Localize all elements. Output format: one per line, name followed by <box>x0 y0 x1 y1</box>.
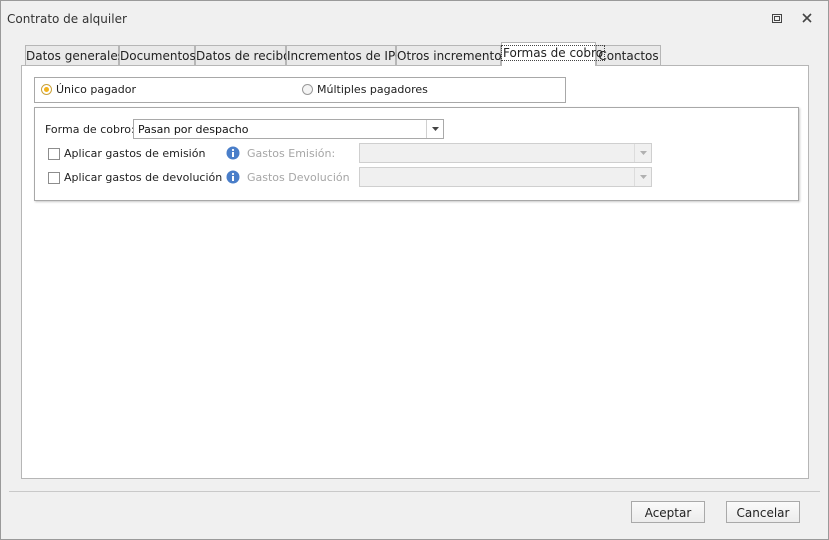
issue-fees-checkbox[interactable] <box>48 148 60 160</box>
cancel-button[interactable]: Cancelar <box>726 501 800 523</box>
tab-content-formas-de-cobro: Único pagador Múltiples pagadores Forma … <box>21 65 809 479</box>
tab-formas-de-cobro[interactable]: Formas de cobro <box>500 42 606 66</box>
payer-radio-group: Único pagador Múltiples pagadores <box>34 77 566 103</box>
payment-method-combo[interactable]: Pasan por despacho <box>133 119 444 139</box>
dropdown-arrow-button[interactable] <box>426 120 443 138</box>
multiple-payers-label: Múltiples pagadores <box>317 83 428 96</box>
tab-documentos[interactable]: Documentos <box>119 45 196 65</box>
multiple-payers-radio[interactable]: Múltiples pagadores <box>302 83 428 96</box>
window-title: Contrato de alquiler <box>7 12 127 26</box>
close-button[interactable] <box>798 10 816 26</box>
payment-method-label: Forma de cobro: <box>45 123 135 136</box>
chevron-down-icon <box>639 175 647 179</box>
chevron-down-icon <box>639 151 647 155</box>
issue-fees-combo[interactable] <box>359 143 652 163</box>
tab-contactos[interactable]: Contactos <box>596 45 661 65</box>
radio-checked-icon <box>41 84 52 95</box>
dropdown-arrow-button[interactable] <box>634 168 651 186</box>
payment-method-value: Pasan por despacho <box>138 123 249 136</box>
return-fees-checkbox[interactable] <box>48 172 60 184</box>
issue-fees-label: Aplicar gastos de emisión <box>64 147 206 160</box>
info-icon <box>226 146 240 160</box>
chevron-down-icon <box>431 127 439 131</box>
tab-incrementos-ipc[interactable]: Incrementos de IPC <box>286 45 404 65</box>
dropdown-arrow-button[interactable] <box>634 144 651 162</box>
restore-icon <box>772 13 782 23</box>
footer-divider <box>9 491 820 492</box>
accept-button[interactable]: Aceptar <box>631 501 705 523</box>
close-icon <box>802 13 812 23</box>
title-bar: Contrato de alquiler <box>1 1 828 35</box>
return-fees-field-label: Gastos Devolución <box>247 171 350 184</box>
radio-unchecked-icon <box>302 84 313 95</box>
tab-datos-generales[interactable]: Datos generales <box>25 45 124 65</box>
issue-fees-field-label: Gastos Emisión: <box>247 147 336 160</box>
contract-dialog: Contrato de alquiler Datos generales Doc… <box>0 0 829 540</box>
tab-otros-incrementos[interactable]: Otros incrementos <box>396 45 508 65</box>
payment-settings-panel: Forma de cobro: Pasan por despacho Aplic… <box>34 107 799 201</box>
single-payer-radio[interactable]: Único pagador <box>41 83 136 96</box>
tab-formas-de-cobro-label: Formas de cobro <box>500 45 606 61</box>
single-payer-label: Único pagador <box>56 83 137 96</box>
restore-button[interactable] <box>768 10 786 26</box>
tab-datos-de-recibo[interactable]: Datos de recibo <box>195 45 290 65</box>
return-fees-combo[interactable] <box>359 167 652 187</box>
return-fees-label: Aplicar gastos de devolución <box>64 171 223 184</box>
info-icon <box>226 170 240 184</box>
